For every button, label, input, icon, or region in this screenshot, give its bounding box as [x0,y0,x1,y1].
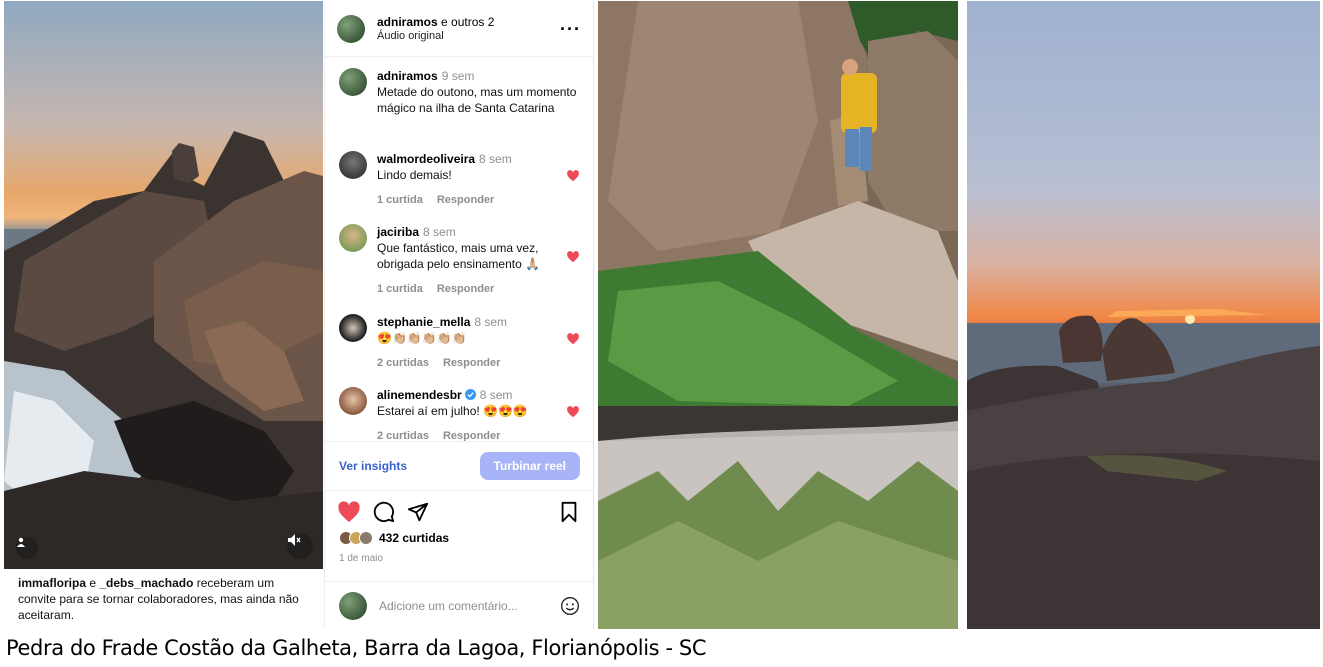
avatar [359,531,373,545]
heart-filled-icon[interactable] [337,501,361,523]
verified-badge-icon [464,389,476,400]
page: immafloripa e _debs_machado receberam um… [0,0,1323,667]
post-date: 1 de maio [339,553,383,564]
comment-text: 😍👏🏼👏🏼👏🏼👏🏼👏🏼 [377,331,467,345]
bookmark-icon[interactable] [559,501,579,523]
sunset-photo-image [967,309,1320,629]
comment-username[interactable]: adniramos [377,69,438,83]
post-authors[interactable]: adniramos e outros 2 [377,15,494,29]
audio-label[interactable]: Áudio original [377,29,494,43]
comment-text: Estarei aí em julho! 😍😍😍 [377,404,528,418]
insights-bar: Ver insights Turbinar reel [325,441,594,491]
climbing-photo [598,1,958,629]
comments-list[interactable]: adniramos 9 sem Metade do outono, mas um … [325,58,594,441]
post-header: adniramos e outros 2 Áudio original ··· [325,1,593,57]
collaborator-invite-note: immafloripa e _debs_machado receberam um… [4,569,323,629]
muted-speaker-icon[interactable] [287,533,313,559]
reply-button[interactable]: Responder [443,357,500,369]
likes-summary[interactable]: 432 curtidas [339,531,449,545]
avatar[interactable] [337,14,365,43]
add-comment-bar: Adicione um comentário... [325,581,594,629]
author-username[interactable]: adniramos [377,15,438,29]
reel-video[interactable] [4,1,323,569]
climbing-photo-image [598,1,958,629]
comment-time: 8 sem [423,225,456,239]
comment-item: stephanie_mella 8 sem 😍👏🏼👏🏼👏🏼👏🏼👏🏼 2 curti… [339,314,584,371]
post-actions [337,501,585,527]
comment-time: 8 sem [479,152,512,166]
author-others[interactable]: e outros 2 [438,15,494,29]
person-icon[interactable] [16,537,38,559]
comment-item: adniramos 9 sem Metade do outono, mas um … [339,68,584,116]
avatar[interactable] [339,387,367,415]
comment-username[interactable]: alinemendesbr [377,388,462,402]
comment-time: 9 sem [441,69,475,83]
heart-filled-icon[interactable] [566,250,580,264]
comment-likes[interactable]: 2 curtidas [377,430,429,441]
avatar [339,591,367,620]
comment-text: Metade do outono, mas um momento mágico … [377,85,577,115]
heart-filled-icon[interactable] [566,332,580,346]
send-icon[interactable] [407,501,429,523]
view-insights-link[interactable]: Ver insights [339,459,407,473]
avatar[interactable] [339,224,367,252]
emoji-icon[interactable] [560,596,580,616]
comment-item: walmordeoliveira 8 sem Lindo demais! 1 cu… [339,151,584,208]
reply-button[interactable]: Responder [443,430,500,441]
comment-text: Lindo demais! [377,168,452,182]
heart-filled-icon[interactable] [566,405,580,419]
sunset-photo [967,1,1320,629]
heart-filled-icon[interactable] [566,169,580,183]
boost-reel-button[interactable]: Turbinar reel [479,452,580,480]
comment-item: jaciriba 8 sem Que fantástico, mais uma v… [339,224,584,297]
avatar[interactable] [339,68,367,96]
comment-username[interactable]: stephanie_mella [377,315,470,329]
comment-time: 8 sem [474,315,508,329]
collab-user-2[interactable]: _debs_machado [99,576,193,590]
comment-time: 8 sem [479,388,513,402]
like-count[interactable]: 432 curtidas [379,531,449,545]
photo-caption: Pedra do Frade Costão da Galheta, Barra … [6,636,707,660]
comment-item: alinemendesbr 8 sem Estarei aí em julho! … [339,387,584,441]
collab-connector: e [86,576,100,590]
reply-button[interactable]: Responder [437,194,494,206]
comment-text: Que fantástico, mais uma vez, obrigada p… [377,241,541,271]
reply-button[interactable]: Responder [437,283,494,295]
comment-likes[interactable]: 2 curtidas [377,357,429,369]
collab-user-1[interactable]: immafloripa [18,576,86,590]
comment-icon[interactable] [373,501,395,523]
comment-username[interactable]: walmordeoliveira [377,152,475,166]
reel-rocks-image [4,131,323,569]
post-panel: adniramos e outros 2 Áudio original ··· … [324,1,594,629]
more-options-icon[interactable]: ··· [560,20,581,38]
comment-likes[interactable]: 1 curtida [377,194,423,206]
avatar[interactable] [339,151,367,179]
comment-input[interactable]: Adicione um comentário... [379,599,560,613]
avatar[interactable] [339,314,367,342]
comment-username[interactable]: jaciriba [377,225,419,239]
comment-likes[interactable]: 1 curtida [377,283,423,295]
